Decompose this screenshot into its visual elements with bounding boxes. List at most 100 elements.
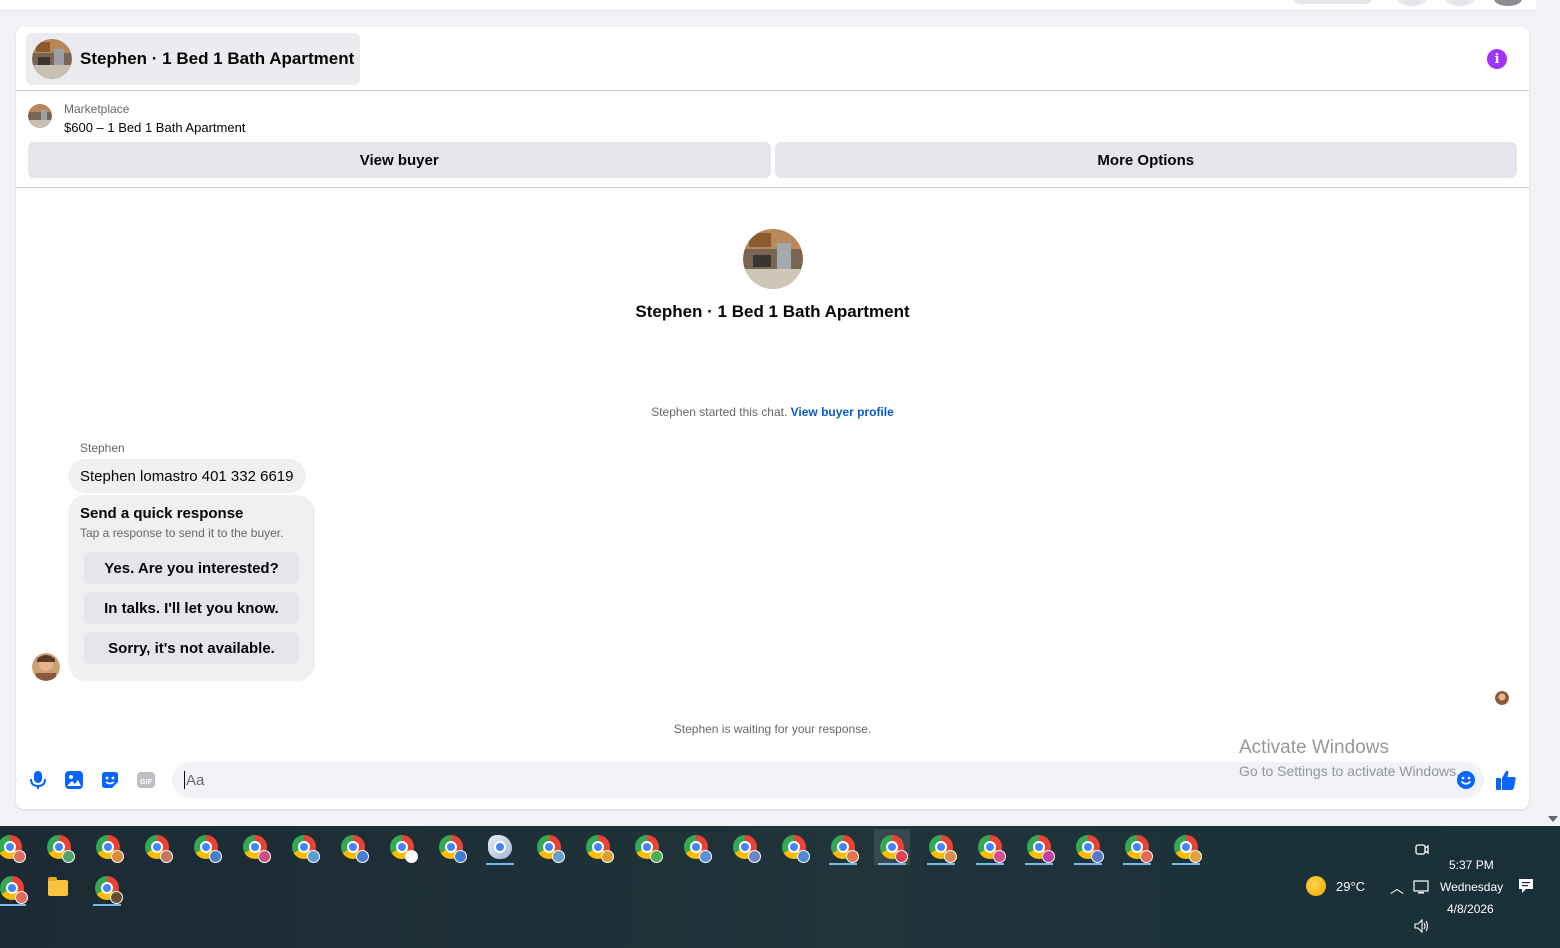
message-composer: GIF [16, 762, 1529, 798]
clock-time[interactable]: 5:37 PM [1449, 858, 1494, 872]
quick-response-option[interactable]: In talks. I'll let you know. [84, 592, 299, 624]
chrome-profile-icon[interactable] [0, 829, 28, 865]
chrome-logo-icon [341, 835, 369, 863]
chrome-profile-icon[interactable] [139, 829, 175, 865]
chrome-profile-icon[interactable] [89, 870, 125, 906]
chrome-logo-icon [0, 876, 28, 904]
listing-info: Marketplace $600 – 1 Bed 1 Bath Apartmen… [16, 92, 1529, 188]
chrome-profile-icon[interactable] [1119, 829, 1155, 865]
chrome-profile-icon[interactable] [286, 829, 322, 865]
more-options-button[interactable]: More Options [774, 142, 1517, 178]
view-buyer-button[interactable]: View buyer [28, 142, 771, 178]
chrome-profile-icon[interactable] [825, 829, 861, 865]
chrome-profile-icon[interactable] [531, 829, 567, 865]
emoji-icon[interactable] [1454, 768, 1478, 792]
message-input[interactable] [186, 771, 1472, 789]
profile-badge-icon [944, 850, 957, 863]
quick-response-option[interactable]: Yes. Are you interested? [84, 552, 299, 584]
weather-temperature[interactable]: 29°C [1336, 879, 1365, 894]
chrome-profile-icon[interactable] [1021, 829, 1057, 865]
profile-badge-icon [1189, 850, 1202, 863]
profile-badge-icon [552, 850, 565, 863]
chrome-profile-icon[interactable] [678, 829, 714, 865]
top-ghost-search[interactable] [1294, 0, 1372, 4]
chrome-profile-icon[interactable] [90, 829, 126, 865]
show-hidden-icons-chevron-icon[interactable]: ︿ [1390, 878, 1404, 898]
profile-badge-icon [356, 850, 369, 863]
chrome-logo-icon [96, 835, 124, 863]
chrome-logo-icon [439, 835, 467, 863]
microphone-icon[interactable] [26, 768, 50, 792]
chrome-profile-icon[interactable] [923, 829, 959, 865]
gif-icon[interactable]: GIF [134, 768, 158, 792]
view-buyer-profile-link[interactable]: View buyer profile [791, 405, 894, 419]
clock-day[interactable]: Wednesday [1440, 880, 1503, 894]
app-icon[interactable] [482, 829, 518, 865]
chrome-logo-icon [0, 835, 26, 863]
folder-icon [48, 877, 68, 896]
volume-icon[interactable] [1404, 908, 1440, 944]
profile-intro: Stephen · 1 Bed 1 Bath Apartment [16, 229, 1529, 322]
chrome-profile-icon[interactable] [237, 829, 273, 865]
quick-response-title: Send a quick response [80, 505, 244, 522]
chrome-profile-icon[interactable] [335, 829, 371, 865]
scroll-down-arrow-icon[interactable] [1548, 816, 1558, 822]
chrome-profile-icon[interactable] [629, 829, 665, 865]
chrome-profile-icon[interactable] [384, 829, 420, 865]
chrome-profile-icon[interactable] [727, 829, 763, 865]
kitchen-avatar [32, 39, 72, 79]
thumbs-up-icon[interactable] [1494, 768, 1518, 792]
top-ghost-avatar[interactable] [1494, 0, 1522, 6]
chrome-profile-icon[interactable] [41, 829, 77, 865]
chrome-profile-icon[interactable] [0, 870, 30, 906]
message-bubble[interactable]: Stephen lomastro 401 332 6619 [68, 459, 306, 493]
listing-thumbnail[interactable] [28, 104, 52, 128]
info-icon[interactable]: i [1487, 49, 1507, 69]
notifications-icon[interactable] [1508, 868, 1544, 904]
network-icon[interactable] [1404, 869, 1440, 905]
listing-price-title[interactable]: $600 – 1 Bed 1 Bath Apartment [64, 120, 245, 135]
profile-badge-icon [13, 850, 26, 863]
top-ghost-icon[interactable] [1398, 0, 1426, 6]
profile-badge-icon [1091, 850, 1104, 863]
clock-date[interactable]: 4/8/2026 [1447, 902, 1494, 916]
sender-avatar[interactable] [32, 653, 60, 681]
chrome-logo-icon [733, 835, 761, 863]
chrome-logo-icon [635, 835, 663, 863]
message-text: Stephen lomastro 401 332 6619 [80, 467, 294, 485]
profile-badge-icon [307, 850, 320, 863]
profile-badge-icon [601, 850, 614, 863]
photo-icon[interactable] [62, 768, 86, 792]
profile-badge-icon [699, 850, 712, 863]
top-ghost-icon[interactable] [1446, 0, 1474, 6]
chrome-profile-icon[interactable] [1168, 829, 1204, 865]
quick-response-option[interactable]: Sorry, it's not available. [84, 632, 299, 664]
conversation-title-button[interactable]: Stephen · 1 Bed 1 Bath Apartment [26, 33, 361, 85]
chrome-profile-icon[interactable] [1070, 829, 1106, 865]
top-strip [0, 0, 1536, 11]
scrollbar[interactable] [1536, 0, 1560, 826]
profile-badge-icon [62, 850, 75, 863]
chrome-profile-icon[interactable] [776, 829, 812, 865]
chrome-logo-icon [488, 835, 512, 859]
chrome-logo-icon [782, 835, 810, 863]
chrome-profile-icon[interactable] [433, 829, 469, 865]
chrome-logo-icon [831, 835, 859, 863]
weather-sun-icon[interactable] [1306, 876, 1326, 896]
chrome-profile-icon[interactable] [580, 829, 616, 865]
profile-avatar[interactable] [742, 229, 803, 289]
meet-now-icon[interactable] [1404, 832, 1440, 868]
chrome-profile-icon[interactable] [972, 829, 1008, 865]
profile-badge-icon [797, 850, 810, 863]
chrome-logo-icon [145, 835, 173, 863]
sticker-icon[interactable] [98, 768, 122, 792]
conversation-header: Stephen · 1 Bed 1 Bath Apartment i [16, 27, 1529, 91]
chrome-profile-icon[interactable] [874, 829, 910, 865]
marketplace-label: Marketplace [64, 102, 130, 116]
file-explorer-icon[interactable] [40, 870, 76, 906]
profile-badge-icon [748, 850, 761, 863]
profile-badge-icon [846, 850, 859, 863]
message-input-box[interactable] [172, 762, 1484, 798]
chrome-logo-icon [390, 835, 418, 863]
chrome-profile-icon[interactable] [188, 829, 224, 865]
